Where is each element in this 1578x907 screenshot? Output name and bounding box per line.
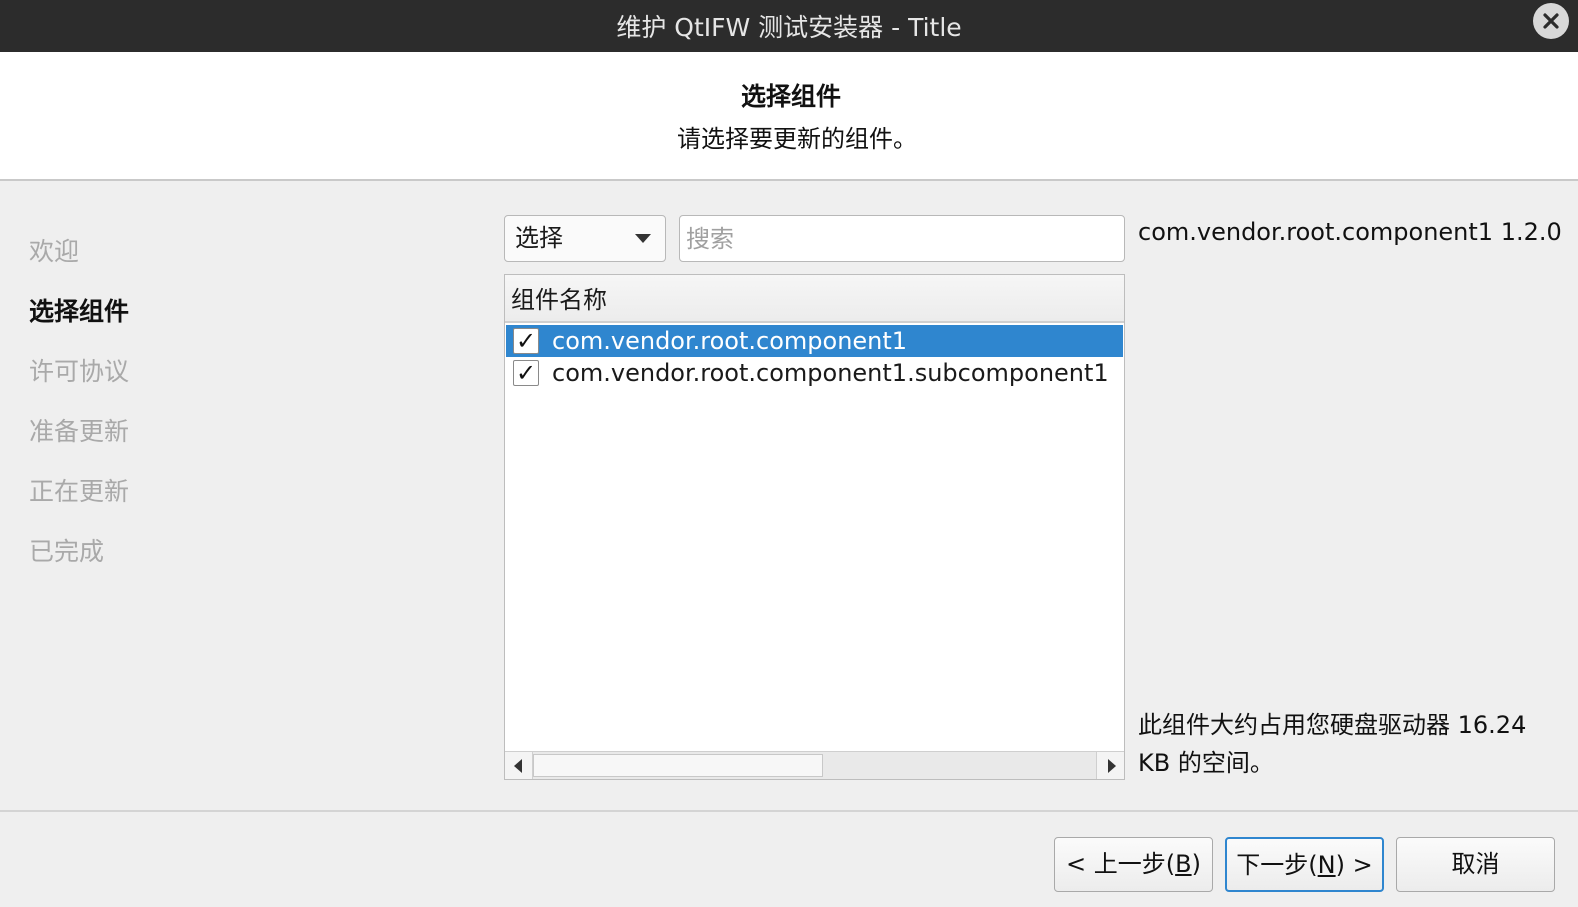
next-label-post: ) > (1335, 851, 1373, 879)
column-header-component-name[interactable]: 组件名称 (505, 275, 1124, 323)
select-value: 选择 (515, 224, 563, 252)
scrollbar-thumb[interactable] (533, 754, 823, 777)
step-updating: 正在更新 (29, 477, 130, 506)
select-dropdown[interactable]: 选择 (504, 215, 666, 262)
component-label: com.vendor.root.component1.subcomponent1 (552, 359, 1109, 387)
footer-divider (0, 810, 1578, 812)
cancel-button[interactable]: 取消 (1396, 837, 1555, 892)
next-shortcut: N (1317, 851, 1336, 879)
step-finished: 已完成 (29, 537, 105, 566)
scroll-right-button[interactable] (1096, 752, 1124, 779)
arrow-right-icon (1108, 759, 1116, 773)
page-title: 选择组件 (740, 82, 841, 111)
component-label: com.vendor.root.component1 (552, 327, 908, 355)
step-prepare-update: 准备更新 (29, 417, 130, 446)
chevron-down-icon (635, 234, 651, 243)
back-shortcut: B (1175, 850, 1192, 878)
step-select-components: 选择组件 (29, 297, 130, 326)
component-tree[interactable]: 组件名称 ✓ com.vendor.root.component1 ✓ com.… (504, 274, 1125, 780)
component-checkbox[interactable]: ✓ (513, 360, 539, 386)
component-size-info: 此组件大约占用您硬盘驱动器 16.24 KB 的空间。 (1138, 711, 1527, 777)
close-icon (1543, 13, 1559, 29)
next-button[interactable]: 下一步(N) > (1225, 837, 1384, 892)
next-label-pre: 下一步( (1236, 851, 1318, 879)
title-bar: 维护 QtIFW 测试安装器 - Title (0, 0, 1578, 52)
close-button[interactable] (1533, 3, 1569, 39)
wizard-steps: 欢迎 选择组件 许可协议 准备更新 正在更新 已完成 (29, 232, 329, 592)
component-description: com.vendor.root.component1 1.2.0 (1138, 218, 1562, 246)
step-license: 许可协议 (29, 357, 130, 386)
back-button[interactable]: < 上一步(B) (1054, 837, 1213, 892)
tree-row[interactable]: ✓ com.vendor.root.component1.subcomponen… (506, 357, 1123, 389)
window-title: 维护 QtIFW 测试安装器 - Title (616, 13, 962, 42)
component-checkbox[interactable]: ✓ (513, 328, 539, 354)
search-input[interactable] (679, 215, 1125, 262)
page-header: 选择组件 请选择要更新的组件。 (0, 52, 1578, 181)
tree-row[interactable]: ✓ com.vendor.root.component1 (506, 325, 1123, 357)
arrow-left-icon (514, 759, 522, 773)
back-label-post: ) (1191, 850, 1201, 878)
back-label-pre: < 上一步( (1066, 850, 1176, 878)
page-subtitle: 请选择要更新的组件。 (677, 125, 917, 153)
scroll-left-button[interactable] (505, 752, 533, 779)
step-welcome: 欢迎 (29, 237, 80, 266)
horizontal-scrollbar[interactable] (505, 751, 1124, 779)
